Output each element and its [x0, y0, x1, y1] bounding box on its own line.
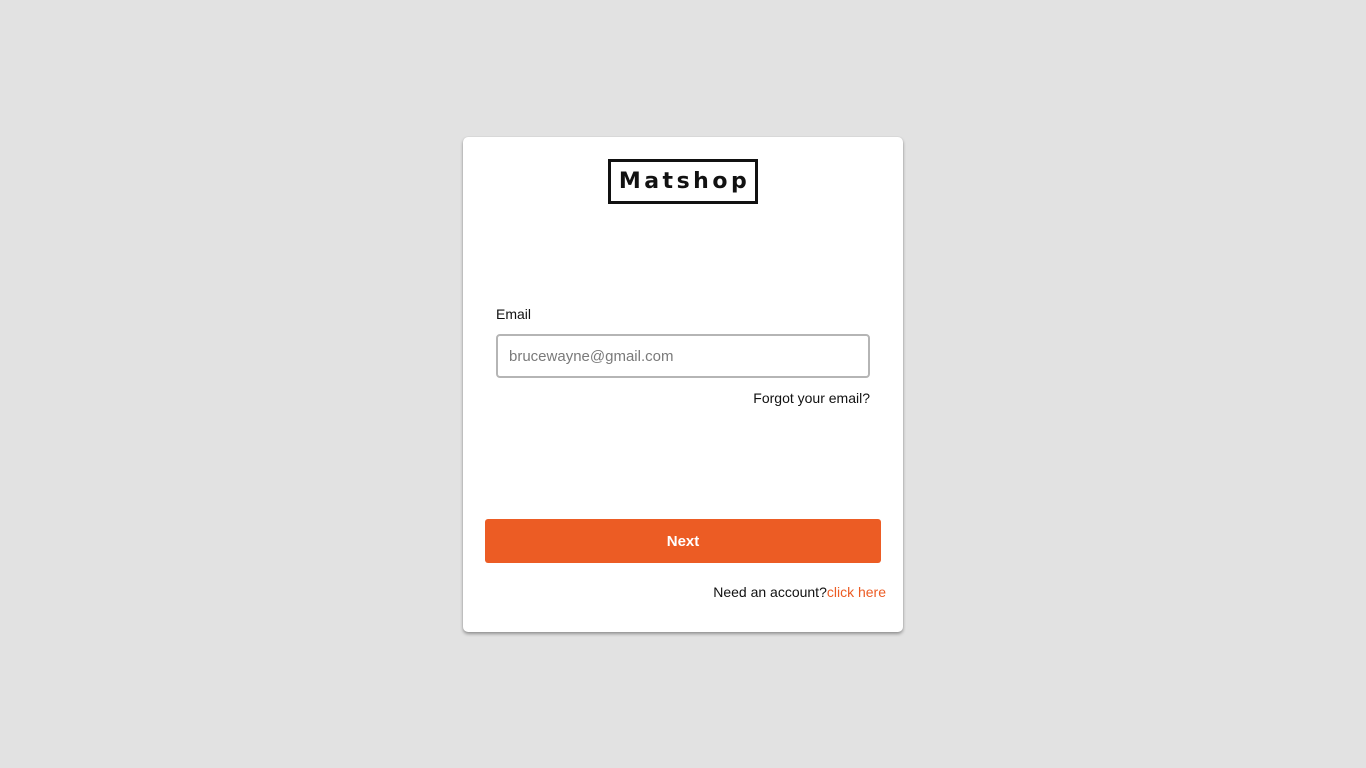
signup-prompt: Need an account?: [713, 584, 827, 600]
brand-logo: Matshop: [608, 159, 758, 204]
signup-row: Need an account?click here: [713, 584, 886, 600]
email-label: Email: [496, 306, 532, 322]
forgot-email-link[interactable]: Forgot your email?: [753, 390, 870, 406]
email-input[interactable]: [496, 334, 870, 378]
signup-link[interactable]: click here: [827, 584, 886, 600]
next-button[interactable]: Next: [485, 519, 881, 563]
login-card: Matshop Email Forgot your email? Next Ne…: [463, 137, 903, 632]
